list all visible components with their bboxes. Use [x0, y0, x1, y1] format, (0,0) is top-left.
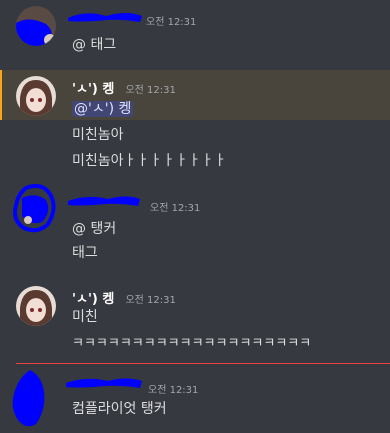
redacted-name-scribble — [68, 196, 140, 206]
message-timestamp: 오전 12:31 — [125, 85, 176, 96]
redacted-name-scribble — [66, 378, 142, 388]
message-text: 미친 — [72, 309, 98, 325]
avatar[interactable] — [16, 6, 56, 46]
author-name[interactable]: 'ㅅ') 켕 — [72, 292, 114, 307]
avatar[interactable] — [16, 286, 56, 326]
anime-avatar-icon — [20, 290, 52, 326]
message-timestamp: 오전 12:31 — [150, 203, 201, 214]
message-line: @'ㅅ') 켕 — [72, 98, 134, 118]
message-text: 컴플라이엇 탱커 — [72, 401, 167, 417]
message-text: @ 태그 — [72, 37, 117, 53]
user-mention[interactable]: @'ㅅ') 켕 — [72, 101, 134, 117]
author-name[interactable]: 'ㅅ') 켕 — [72, 82, 114, 97]
message-text: 태그 — [72, 245, 98, 261]
avatar[interactable] — [13, 184, 56, 233]
redacted-name-scribble — [68, 13, 142, 22]
message-text: 미친놈아 — [72, 127, 124, 143]
redacted-avatar-icon — [13, 184, 56, 233]
message-text: ㅋㅋㅋㅋㅋㅋㅋㅋㅋㅋㅋㅋㅋㅋㅋㅋㅋㅋㅋㅋ — [72, 336, 312, 351]
mention-highlight — [0, 70, 390, 120]
message-timestamp: 오전 12:31 — [146, 17, 197, 28]
new-messages-divider — [16, 363, 390, 364]
message-text: 미친놈아ㅏㅏㅏㅏㅏㅏㅏㅏ — [72, 153, 227, 169]
anime-avatar-icon — [20, 80, 52, 116]
message-timestamp: 오전 12:31 — [148, 385, 199, 396]
avatar[interactable] — [12, 370, 56, 427]
avatar[interactable] — [16, 76, 56, 116]
message-text: @ 탱커 — [72, 221, 117, 237]
redacted-avatar-icon — [16, 19, 56, 46]
redacted-avatar-icon — [12, 370, 45, 427]
message-timestamp: 오전 12:31 — [125, 295, 176, 306]
